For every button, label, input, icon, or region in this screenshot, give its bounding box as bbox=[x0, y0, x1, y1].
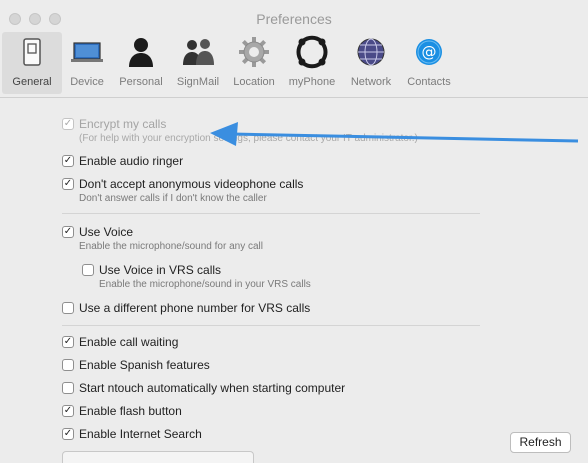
call-waiting-setting: ✓ Enable call waiting bbox=[62, 334, 178, 350]
start-automatically-setting: Start ntouch automatically when starting… bbox=[62, 380, 345, 396]
voice-vrs-checkbox[interactable] bbox=[82, 264, 94, 276]
network-icon bbox=[354, 35, 388, 69]
anonymous-calls-checkbox[interactable]: ✓ bbox=[62, 178, 74, 190]
myphone-icon bbox=[295, 35, 329, 69]
voice-vrs-help: Enable the microphone/sound in your VRS … bbox=[99, 279, 311, 290]
call-waiting-checkbox[interactable]: ✓ bbox=[62, 336, 74, 348]
tab-location-label: Location bbox=[233, 76, 275, 88]
titlebar: Preferences General Device Personal Sign… bbox=[0, 0, 588, 98]
tab-contacts[interactable]: @ Contacts bbox=[400, 32, 458, 94]
spanish-features-label: Enable Spanish features bbox=[79, 358, 210, 372]
audio-ringer-checkbox[interactable]: ✓ bbox=[62, 155, 74, 167]
anonymous-calls-label: Don't accept anonymous videophone calls bbox=[79, 177, 304, 191]
general-icon bbox=[15, 35, 49, 69]
preferences-toolbar: General Device Personal SignMail Locatio… bbox=[0, 32, 588, 94]
tab-contacts-label: Contacts bbox=[407, 76, 451, 88]
flash-button-checkbox[interactable]: ✓ bbox=[62, 405, 74, 417]
use-voice-checkbox[interactable]: ✓ bbox=[62, 226, 74, 238]
svg-text:@: @ bbox=[422, 43, 437, 61]
encrypt-calls-setting: ✓ Encrypt my calls (For help with your e… bbox=[62, 116, 418, 146]
device-icon bbox=[70, 35, 104, 69]
divider bbox=[62, 213, 480, 214]
use-voice-label: Use Voice bbox=[79, 225, 134, 239]
tab-signmail-label: SignMail bbox=[176, 76, 220, 88]
encrypt-calls-label: Encrypt my calls bbox=[79, 117, 167, 131]
tab-location[interactable]: Location bbox=[226, 32, 282, 94]
personal-icon bbox=[124, 35, 158, 69]
anonymous-calls-help: Don't answer calls if I don't know the c… bbox=[79, 193, 267, 204]
audio-ringer-setting: ✓ Enable audio ringer bbox=[62, 153, 183, 169]
different-number-setting: Use a different phone number for VRS cal… bbox=[62, 300, 310, 316]
search-provider-dropdown[interactable] bbox=[62, 451, 254, 463]
tab-general-label: General bbox=[12, 76, 52, 88]
refresh-button[interactable]: Refresh bbox=[510, 432, 571, 453]
tab-device-label: Device bbox=[70, 76, 104, 88]
use-voice-setting: ✓ Use Voice Enable the microphone/sound … bbox=[62, 224, 263, 254]
anonymous-calls-setting: ✓ Don't accept anonymous videophone call… bbox=[62, 176, 303, 206]
tab-personal[interactable]: Personal bbox=[112, 32, 170, 94]
flash-button-label: Enable flash button bbox=[79, 404, 182, 418]
audio-ringer-label: Enable audio ringer bbox=[79, 154, 184, 168]
tab-personal-label: Personal bbox=[119, 76, 163, 88]
divider bbox=[62, 325, 480, 326]
spanish-features-setting: Enable Spanish features bbox=[62, 357, 210, 373]
tab-network[interactable]: Network bbox=[342, 32, 400, 94]
spanish-features-checkbox[interactable] bbox=[62, 359, 74, 371]
use-voice-help: Enable the microphone/sound for any call bbox=[79, 241, 264, 252]
internet-search-setting: ✓ Enable Internet Search bbox=[62, 426, 202, 442]
voice-vrs-setting: Use Voice in VRS calls Enable the microp… bbox=[82, 262, 311, 292]
preferences-window: Preferences General Device Personal Sign… bbox=[0, 0, 588, 463]
tab-signmail[interactable]: SignMail bbox=[170, 32, 226, 94]
call-waiting-label: Enable call waiting bbox=[79, 335, 179, 349]
general-settings-pane: ✓ Encrypt my calls (For help with your e… bbox=[0, 98, 588, 463]
window-title: Preferences bbox=[256, 11, 332, 27]
encrypt-calls-checkbox[interactable]: ✓ bbox=[62, 118, 74, 130]
start-automatically-checkbox[interactable] bbox=[62, 382, 74, 394]
signmail-icon bbox=[181, 35, 215, 69]
encrypt-calls-help: (For help with your encryption settings,… bbox=[79, 133, 418, 144]
tab-myphone[interactable]: myPhone bbox=[282, 32, 342, 94]
flash-button-setting: ✓ Enable flash button bbox=[62, 403, 182, 419]
contacts-icon: @ bbox=[412, 35, 446, 69]
tab-network-label: Network bbox=[350, 76, 392, 88]
tab-general[interactable]: General bbox=[2, 32, 62, 94]
internet-search-checkbox[interactable]: ✓ bbox=[62, 428, 74, 440]
internet-search-label: Enable Internet Search bbox=[79, 427, 202, 441]
tab-myphone-label: myPhone bbox=[288, 76, 336, 88]
different-number-checkbox[interactable] bbox=[62, 302, 74, 314]
start-automatically-label: Start ntouch automatically when starting… bbox=[79, 381, 346, 395]
different-number-label: Use a different phone number for VRS cal… bbox=[79, 301, 311, 315]
voice-vrs-label: Use Voice in VRS calls bbox=[99, 263, 222, 277]
location-icon bbox=[237, 35, 271, 69]
tab-device[interactable]: Device bbox=[62, 32, 112, 94]
